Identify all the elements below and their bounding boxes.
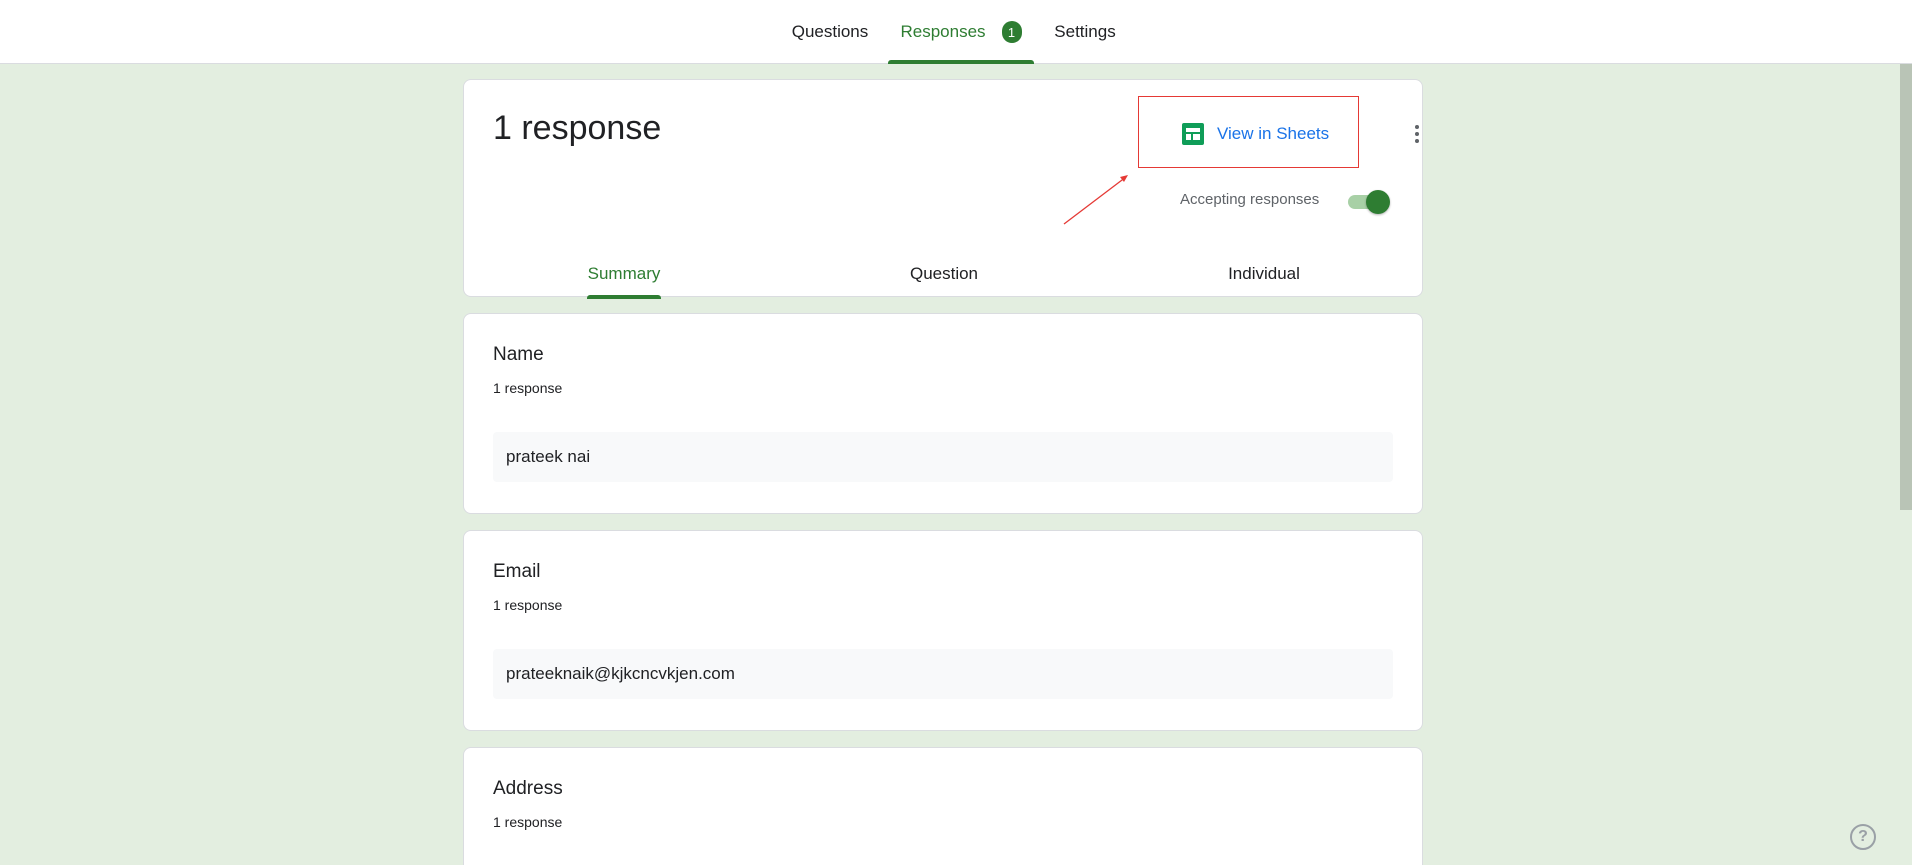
question-title: Name xyxy=(493,344,544,365)
question-title: Address xyxy=(493,778,563,799)
tab-question[interactable]: Question xyxy=(784,250,1104,298)
tab-summary-label: Summary xyxy=(587,264,661,283)
view-in-sheets-button[interactable]: View in Sheets xyxy=(1174,113,1337,155)
view-in-sheets-label: View in Sheets xyxy=(1217,124,1330,143)
responses-count-badge: 1 xyxy=(1001,21,1022,43)
tab-individual-label: Individual xyxy=(1228,264,1300,283)
sheets-icon xyxy=(1182,123,1204,145)
help-icon[interactable]: ? xyxy=(1850,824,1876,850)
question-card-email: Email 1 response prateeknaik@kjkcncvkjen… xyxy=(463,530,1423,731)
accepting-responses-label: Accepting responses xyxy=(1180,191,1320,208)
tab-summary[interactable]: Summary xyxy=(464,250,784,299)
accepting-responses-toggle[interactable] xyxy=(1346,188,1392,214)
question-card-name: Name 1 response prateek nai xyxy=(463,313,1423,514)
question-response-count: 1 response xyxy=(493,380,563,396)
tab-questions-label: Questions xyxy=(791,22,869,41)
tab-questions[interactable]: Questions xyxy=(776,0,884,64)
response-count-title: 1 response xyxy=(493,109,662,147)
question-title: Email xyxy=(493,561,541,582)
tab-responses-indicator xyxy=(888,60,1034,64)
question-response-count: 1 response xyxy=(493,597,563,613)
question-response-count: 1 response xyxy=(493,814,563,830)
tab-responses-label: Responses xyxy=(900,22,986,41)
response-answer: prateeknaik@kjkcncvkjen.com xyxy=(493,649,1393,699)
tab-settings-label: Settings xyxy=(1054,22,1116,41)
tab-settings[interactable]: Settings xyxy=(1040,0,1130,64)
top-tab-bar: Questions Responses 1 Settings xyxy=(0,0,1912,64)
tab-individual[interactable]: Individual xyxy=(1104,250,1424,298)
question-card-address: Address 1 response xyxy=(463,747,1423,865)
page-scrollbar[interactable] xyxy=(1900,64,1912,510)
responses-header-card: 1 response View in Sheets Accepting resp… xyxy=(463,79,1424,299)
tab-question-label: Question xyxy=(909,264,979,283)
response-answer: prateek nai xyxy=(493,432,1393,482)
tab-responses[interactable]: Responses 1 xyxy=(888,0,1034,64)
more-options-icon[interactable] xyxy=(1399,116,1435,152)
tab-summary-indicator xyxy=(587,295,661,299)
